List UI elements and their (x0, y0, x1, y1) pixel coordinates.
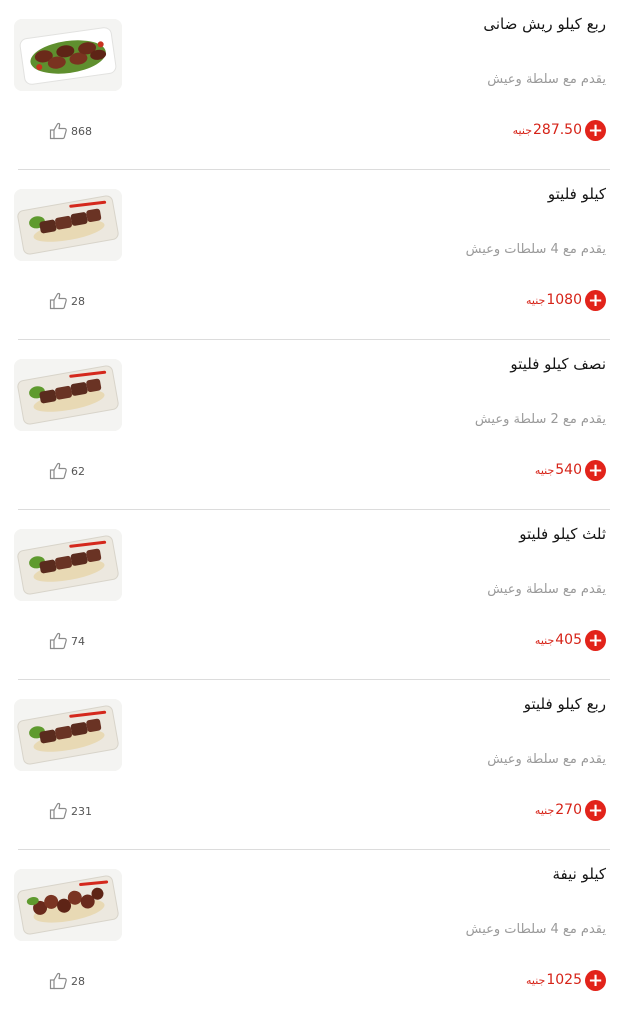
item-image[interactable] (14, 19, 122, 91)
thumbs-up-icon (49, 632, 69, 650)
like-button[interactable]: 231 (49, 802, 92, 820)
plus-icon: + (587, 969, 604, 991)
add-to-cart-button[interactable]: + (585, 629, 606, 651)
dish-photo (14, 189, 122, 261)
menu-item[interactable]: ربع كيلو ريش ضانى يقدم مع سلطة وعيش + 28… (0, 0, 622, 170)
dish-photo (14, 19, 122, 91)
price-row: + 287.50 جنيه (513, 118, 606, 142)
item-title: كيلو فليتو (547, 185, 606, 203)
item-title: ربع كيلو ريش ضانى (483, 15, 606, 33)
price-row: + 405 جنيه (535, 628, 606, 652)
item-price: 405 (555, 632, 582, 648)
like-count: 868 (71, 124, 92, 138)
like-button[interactable]: 28 (49, 292, 85, 310)
dish-photo (14, 529, 122, 601)
item-title: ربع كيلو فليتو (523, 695, 606, 713)
menu-list: ربع كيلو ريش ضانى يقدم مع سلطة وعيش + 28… (0, 0, 622, 1020)
item-price: 270 (555, 802, 582, 818)
item-image[interactable] (14, 359, 122, 431)
price-row: + 270 جنيه (535, 798, 606, 822)
plus-icon: + (587, 799, 604, 821)
item-description: يقدم مع 4 سلطات وعيش (465, 922, 606, 937)
plus-icon: + (587, 289, 604, 311)
item-image[interactable] (14, 189, 122, 261)
menu-item[interactable]: ثلث كيلو فليتو يقدم مع سلطة وعيش + 405 ج… (0, 510, 622, 680)
menu-item[interactable]: كيلو فليتو يقدم مع 4 سلطات وعيش + 1080 ج… (0, 170, 622, 340)
add-to-cart-button[interactable]: + (585, 289, 606, 311)
item-description: يقدم مع سلطة وعيش (487, 582, 606, 597)
like-count: 28 (71, 974, 85, 988)
item-description: يقدم مع سلطة وعيش (487, 72, 606, 87)
item-currency: جنيه (534, 463, 555, 477)
item-image[interactable] (14, 869, 122, 941)
dish-photo (14, 869, 122, 941)
like-count: 74 (71, 634, 85, 648)
price-row: + 540 جنيه (535, 458, 606, 482)
item-price: 287.50 (533, 122, 582, 138)
item-price: 540 (555, 462, 582, 478)
item-currency: جنيه (534, 803, 555, 817)
item-title: ثلث كيلو فليتو (519, 525, 606, 543)
item-image[interactable] (14, 529, 122, 601)
like-button[interactable]: 868 (49, 122, 92, 140)
add-to-cart-button[interactable]: + (585, 969, 606, 991)
like-count: 231 (71, 804, 92, 818)
item-currency: جنيه (512, 123, 532, 137)
menu-item[interactable]: نصف كيلو فليتو يقدم مع 2 سلطة وعيش + 540… (0, 340, 622, 510)
item-currency: جنيه (534, 633, 555, 647)
thumbs-up-icon (49, 972, 69, 990)
thumbs-up-icon (49, 462, 69, 480)
thumbs-up-icon (49, 802, 69, 820)
like-button[interactable]: 62 (49, 462, 85, 480)
plus-icon: + (587, 119, 604, 141)
item-title: كيلو نيفة (552, 865, 606, 883)
add-to-cart-button[interactable]: + (585, 119, 606, 141)
thumbs-up-icon (49, 122, 69, 140)
plus-icon: + (587, 629, 604, 651)
menu-item[interactable]: كيلو نيفة يقدم مع 4 سلطات وعيش + 1025 جن… (0, 850, 622, 1020)
add-to-cart-button[interactable]: + (585, 799, 606, 821)
item-currency: جنيه (526, 293, 546, 307)
plus-icon: + (587, 459, 604, 481)
item-price: 1080 (546, 292, 582, 308)
thumbs-up-icon (49, 292, 69, 310)
price-row: + 1025 جنيه (526, 968, 606, 992)
item-description: يقدم مع 4 سلطات وعيش (465, 242, 606, 257)
item-description: يقدم مع سلطة وعيش (487, 752, 606, 767)
like-count: 62 (71, 464, 85, 478)
dish-photo (14, 699, 122, 771)
item-title: نصف كيلو فليتو (510, 355, 606, 373)
like-button[interactable]: 28 (49, 972, 85, 990)
dish-photo (14, 359, 122, 431)
like-button[interactable]: 74 (49, 632, 85, 650)
menu-item[interactable]: ربع كيلو فليتو يقدم مع سلطة وعيش + 270 ج… (0, 680, 622, 850)
item-currency: جنيه (526, 973, 546, 987)
add-to-cart-button[interactable]: + (585, 459, 606, 481)
item-price: 1025 (546, 972, 582, 988)
item-description: يقدم مع 2 سلطة وعيش (474, 412, 606, 427)
like-count: 28 (71, 294, 85, 308)
price-row: + 1080 جنيه (526, 288, 606, 312)
item-image[interactable] (14, 699, 122, 771)
